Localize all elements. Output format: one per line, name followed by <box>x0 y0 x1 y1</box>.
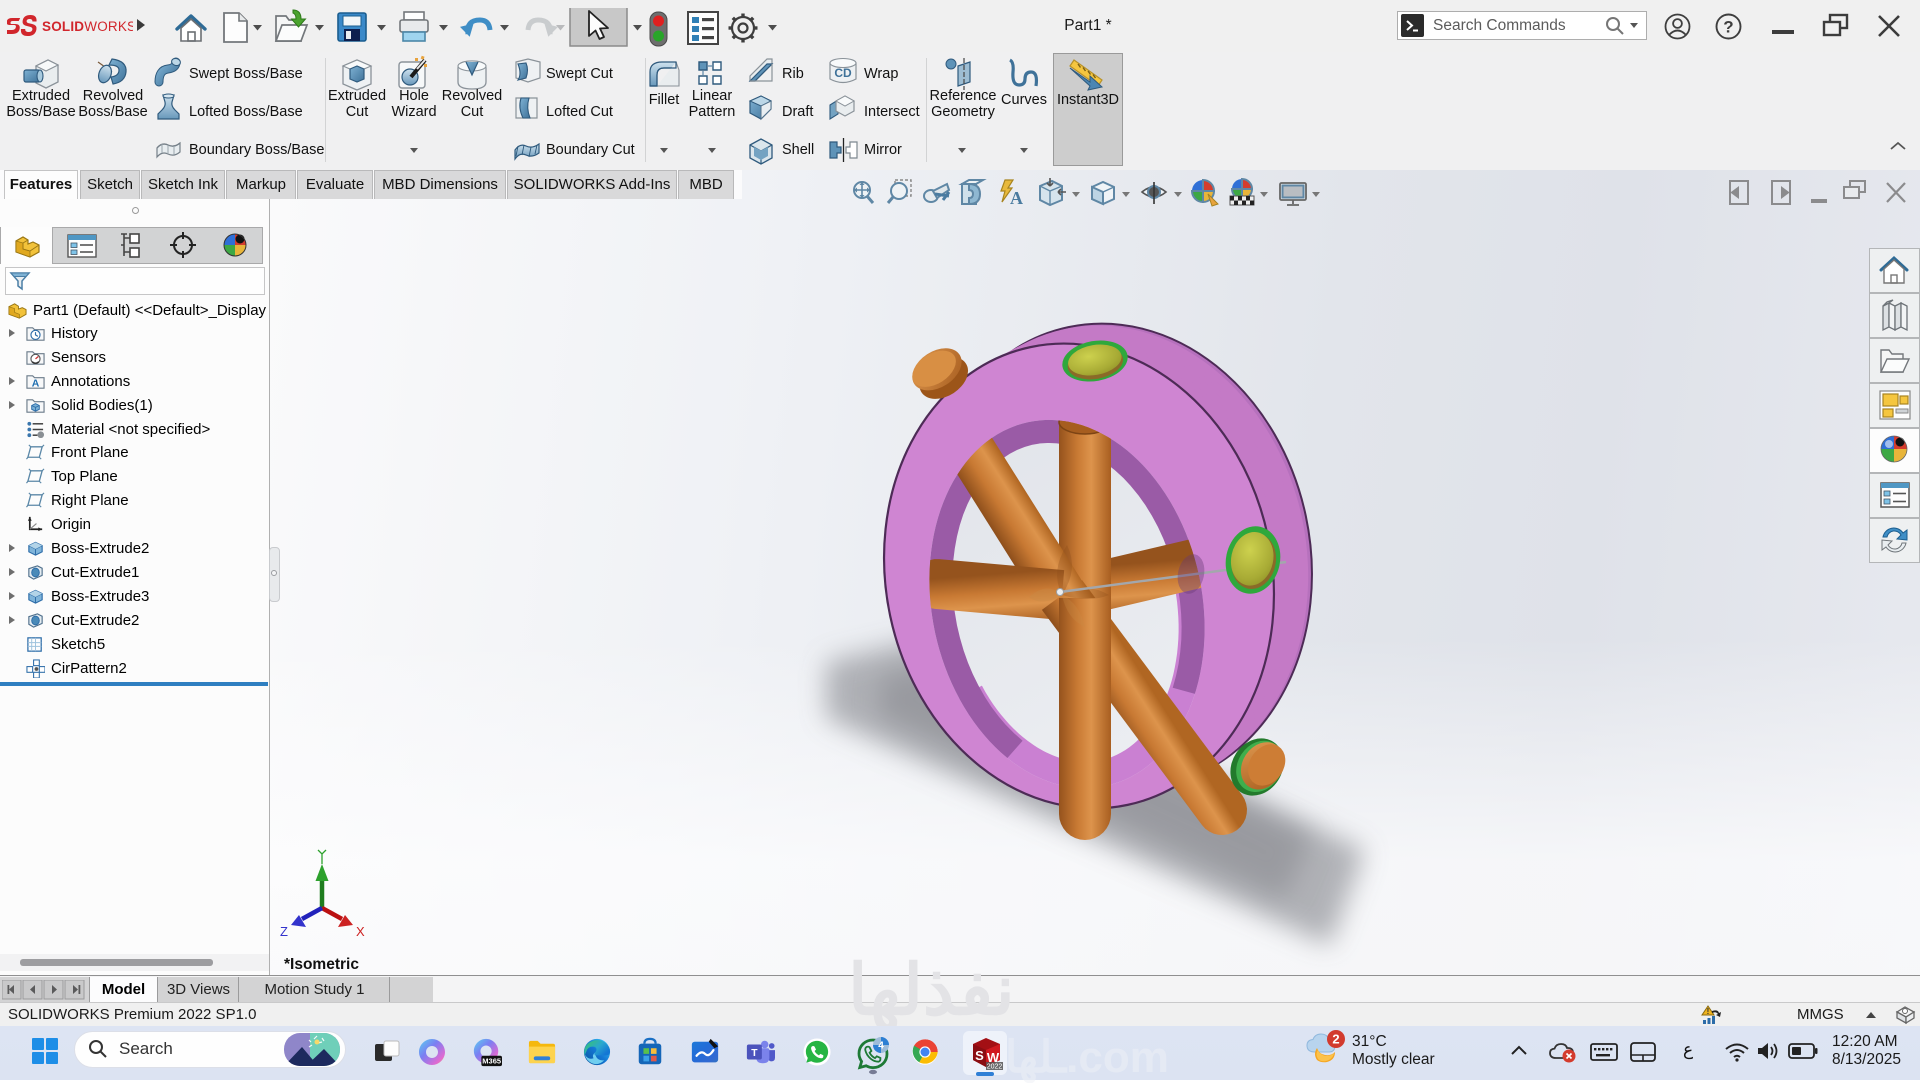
svg-text:*Isometric: *Isometric <box>284 956 359 973</box>
svg-text:2022: 2022 <box>987 1064 1003 1071</box>
svg-text:T: T <box>751 1048 758 1059</box>
svg-text:X: X <box>356 924 365 939</box>
svg-text:S: S <box>975 1048 984 1063</box>
svg-text:A: A <box>1010 188 1023 208</box>
svg-text:!: ! <box>1707 1007 1710 1016</box>
svg-text:Z: Z <box>280 924 288 939</box>
svg-text:2: 2 <box>1332 1032 1339 1047</box>
svg-text:?: ? <box>1723 18 1733 37</box>
svg-text:A: A <box>32 379 40 390</box>
svg-text:CD: CD <box>834 66 852 80</box>
svg-text:M365: M365 <box>482 1057 501 1066</box>
svg-text:SOLIDWORKS: SOLIDWORKS <box>42 19 133 34</box>
svg-text:4: 4 <box>878 1041 884 1052</box>
